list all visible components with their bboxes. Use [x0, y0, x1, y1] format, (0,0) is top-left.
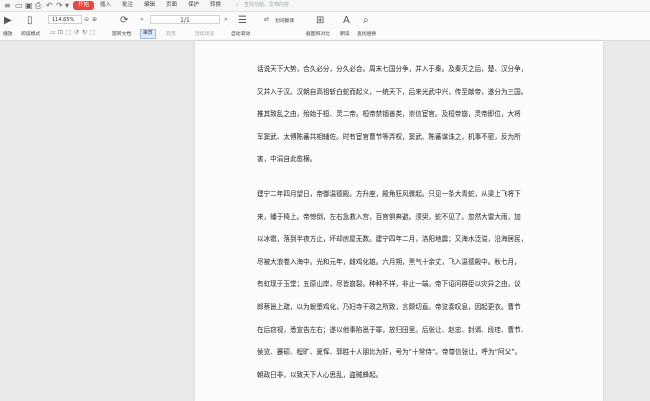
text-line: 尽被大浪卷入海中。光和元年，雌鸡化雄。六月朔，黑气十余丈，飞入温德殿中。秋七月， [257, 257, 521, 266]
rotate-right-icon[interactable]: ↻ [82, 29, 87, 37]
redo-icon[interactable]: ↷ [56, 1, 63, 10]
screenshot-icon[interactable]: ⊞ [316, 16, 324, 26]
menu-item-protect[interactable]: 保护 [188, 1, 199, 10]
translate-label[interactable]: 划词翻译 [275, 17, 294, 24]
rotate-document-label[interactable]: 旋转文档 [112, 30, 131, 37]
play-label[interactable]: 播放 [3, 30, 13, 37]
rotate-left-icon[interactable]: ↺ [74, 29, 79, 37]
search-hint[interactable]: 查找功能、文档内容 [244, 1, 289, 10]
select-icon[interactable]: ⬚ [90, 29, 96, 37]
title-bar: ≡ ▭ ▣ ⎙ ↶ ↷ ▾ 开始 插入 批注 编辑 页面 保护 转换 ⌕ 查找功… [0, 0, 650, 12]
menu-icon[interactable]: ≡ [4, 1, 11, 10]
menu-item-insert[interactable]: 插入 [100, 1, 111, 10]
print-icon[interactable]: ⎙ [35, 1, 41, 10]
ribbon-toolbar: ▶ 播放 ▯ 阅读模式 114.65% ⊖ ⊕ ▭ ⊡ ⬚ ↺ ↻ ⬚ ⟳ 旋转… [0, 12, 650, 41]
more-icon[interactable]: ▾ [65, 1, 69, 10]
text-line: 有虹现于玉堂；五原山岸，尽皆崩裂。种种不祥，非止一端。帝下诏问群臣以灾异之由，议 [257, 280, 521, 289]
text-line: 又并入于汉。汉朝自高祖斩白蛇而起义，一统天下，后来光武中兴，传至献帝，遂分为三国… [257, 87, 528, 96]
search-icon[interactable]: ⌕ [236, 1, 239, 10]
fit-page-icon[interactable]: ⊡ [58, 29, 63, 37]
text-line: 话说天下大势，合久必分，分久必合。周末七国分争，并入于秦。及秦灭之后，楚、汉分争… [257, 65, 528, 73]
zoom-select[interactable]: 114.65% [48, 15, 82, 24]
menu-item-annotate[interactable]: 批注 [122, 1, 133, 10]
undo-icon[interactable]: ↶ [46, 1, 53, 10]
paragraph-1: 话说天下大势，合久必分，分久必合。周末七国分争，并入于秦。及秦灭之后，楚、汉分争… [257, 61, 557, 174]
actual-size-icon[interactable]: ⬚ [66, 29, 72, 37]
document-workspace[interactable]: 话说天下大势，合久必分，分久必合。周末七国分争，并入于秦。及秦灭之后，楚、汉分争… [0, 41, 650, 401]
page-number-input[interactable]: 1/1 [150, 15, 220, 24]
text-line: 在后窃视，悉宣告左右；遂以他事陷邕于罪，放归田里。后张让、赵忠、封谞、段珪、曹节… [257, 325, 528, 334]
text-line: 军窦武、太傅陈蕃共相辅佐。时有宦官曹节等弄权，窦武、陈蕃谋诛之，机事不密，反为所 [257, 132, 521, 141]
menu-item-convert[interactable]: 转换 [210, 1, 221, 10]
text-line: 害，中涓自此愈横。 [257, 155, 317, 164]
rotate-document-icon[interactable]: ⟳ [120, 16, 128, 26]
single-page-button[interactable]: 单页 [140, 29, 156, 39]
paragraph-2: 建宁二年四月望日，帝御温德殿。方升座，殿角狂风骤起。只见一条大青蛇，从梁上飞将下… [257, 186, 557, 389]
last-page-icon[interactable]: » [224, 16, 228, 24]
auto-scroll-label[interactable]: 自动滚动 [231, 30, 250, 37]
zoom-out-icon[interactable]: ⊖ [84, 16, 89, 24]
text-line: 推其致乱之由，殆始于桓、灵二帝。桓帝禁锢善类，崇信宦官。及桓帝崩，灵帝即位，大将 [257, 110, 521, 119]
text-line: 来，蟠于椅上。帝惊倒，左右急救入宫，百官俱奔避。须臾，蛇不见了。忽然大雷大雨，加 [257, 212, 521, 221]
open-file-icon[interactable]: ▭ [15, 1, 23, 10]
read-mode-icon[interactable]: ▯ [27, 16, 33, 26]
read-aloud-label[interactable]: 朗读 [340, 30, 350, 37]
text-line: 郎蔡邕上疏，以为蜺堕鸡化，乃妇寺干政之所致，言颇切直。帝览奏叹息，因起更衣。曹节 [257, 302, 521, 311]
zoom-in-icon[interactable]: ⊕ [92, 16, 97, 24]
save-icon[interactable]: ▣ [25, 1, 33, 10]
continuous-reading-button[interactable]: 连续阅读 [195, 30, 214, 37]
menu-item-page[interactable]: 页面 [166, 1, 177, 10]
read-aloud-icon[interactable]: A [343, 16, 350, 26]
text-line: 以冰雹，落到半夜方止，坏却房屋无数。建宁四年二月，洛阳地震；又海水泛溢，沿海居民… [257, 235, 528, 244]
auto-scroll-icon[interactable]: ☰ [238, 16, 247, 26]
text-line: 朝政日非，以致天下人心思乱，盗贼蜂起。 [257, 370, 383, 379]
text-line: 建宁二年四月望日，帝御温德殿。方升座，殿角狂风骤起。只见一条大青蛇，从梁上飞将下 [257, 190, 521, 198]
screenshot-label[interactable]: 截图和对比 [306, 30, 330, 37]
play-icon[interactable]: ▶ [4, 16, 12, 26]
find-replace-label[interactable]: 查找替换 [357, 30, 376, 37]
fit-width-icon[interactable]: ▭ [50, 29, 56, 37]
find-replace-icon[interactable]: ⌕ [363, 16, 369, 26]
read-mode-label[interactable]: 阅读模式 [21, 30, 40, 37]
menu-item-start[interactable]: 开始 [73, 1, 95, 10]
translate-icon[interactable]: ⇄ [264, 16, 269, 24]
text-line: 侯览、蹇硕、程旷、夏恽、郭胜十人朋比为奸，号为“十常侍”。帝尊信张让，呼为“阿父… [257, 348, 522, 357]
first-page-icon[interactable]: « [140, 16, 144, 24]
document-page: 话说天下大势，合久必分，分久必合。周末七国分争，并入于秦。及秦灭之后，楚、汉分争… [195, 41, 603, 401]
menu-item-edit[interactable]: 编辑 [144, 1, 155, 10]
dual-page-button[interactable]: 双页 [166, 30, 176, 37]
